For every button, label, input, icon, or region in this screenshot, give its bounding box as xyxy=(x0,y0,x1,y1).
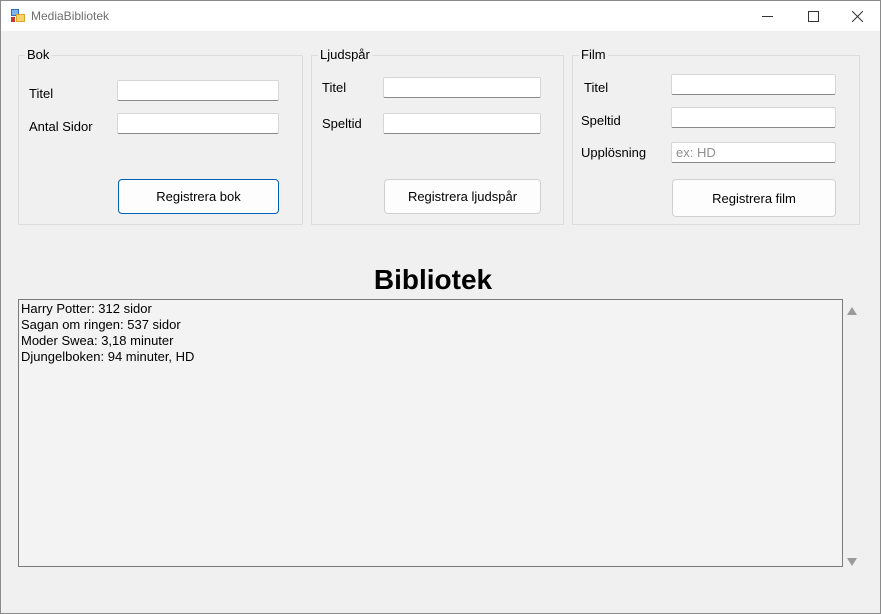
film-upplosning-label: Upplösning xyxy=(581,145,647,160)
main-window: MediaBibliotek Bok Titel Antal Sidor Reg… xyxy=(0,0,881,614)
bok-antal-sidor-label: Antal Sidor xyxy=(29,119,93,134)
bok-titel-input[interactable] xyxy=(117,80,279,101)
minimize-button[interactable] xyxy=(744,1,790,31)
list-item[interactable]: Harry Potter: 312 sidor xyxy=(20,301,841,317)
minimize-icon xyxy=(761,11,773,22)
list-item[interactable]: Moder Swea: 3,18 minuter xyxy=(20,333,841,349)
film-upplosning-input[interactable] xyxy=(671,142,836,163)
bok-antal-sidor-input[interactable] xyxy=(117,113,279,134)
film-titel-input[interactable] xyxy=(671,74,836,95)
film-speltid-input[interactable] xyxy=(671,107,836,128)
scroll-up-arrow-icon[interactable] xyxy=(847,303,857,318)
window-title: MediaBibliotek xyxy=(31,9,110,23)
ljudspar-legend: Ljudspår xyxy=(320,47,370,62)
list-item[interactable]: Djungelboken: 94 minuter, HD xyxy=(20,349,841,365)
film-titel-label: Titel xyxy=(584,80,609,95)
title-bar[interactable]: MediaBibliotek xyxy=(1,1,880,31)
maximize-icon xyxy=(807,10,819,22)
registrera-bok-button[interactable]: Registrera bok xyxy=(118,179,279,214)
close-button[interactable] xyxy=(834,1,880,31)
app-icon xyxy=(11,9,25,22)
close-icon xyxy=(851,10,863,22)
film-speltid-label: Speltid xyxy=(581,113,621,128)
ljudspar-titel-input[interactable] xyxy=(383,77,541,98)
ljudspar-titel-label: Titel xyxy=(322,80,347,95)
registrera-film-button[interactable]: Registrera film xyxy=(672,179,836,217)
bibliotek-heading: Bibliotek xyxy=(373,264,493,295)
ljudspar-speltid-input[interactable] xyxy=(383,113,541,134)
bibliotek-listbox[interactable]: Harry Potter: 312 sidor Sagan om ringen:… xyxy=(18,299,843,567)
list-item[interactable]: Sagan om ringen: 537 sidor xyxy=(20,317,841,333)
bok-legend: Bok xyxy=(27,47,50,62)
bok-titel-label: Titel xyxy=(29,86,54,101)
maximize-button[interactable] xyxy=(790,1,836,31)
ljudspar-speltid-label: Speltid xyxy=(322,116,362,131)
film-legend: Film xyxy=(581,47,606,62)
registrera-ljudspar-button[interactable]: Registrera ljudspår xyxy=(384,179,541,214)
scroll-down-arrow-icon[interactable] xyxy=(847,554,857,569)
